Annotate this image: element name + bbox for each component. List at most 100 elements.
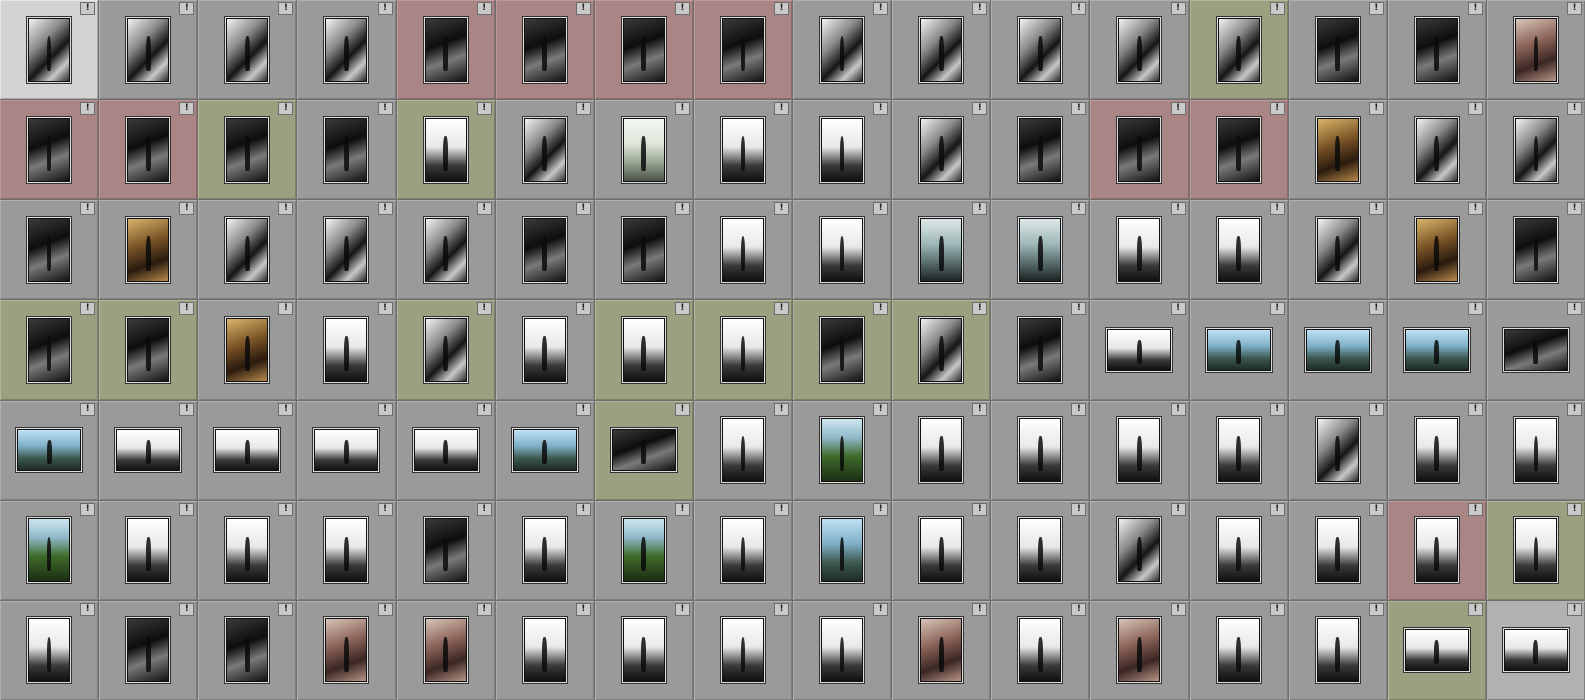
warning-badge-icon[interactable]: ! <box>179 602 195 616</box>
warning-badge-icon[interactable]: ! <box>674 302 690 316</box>
warning-badge-icon[interactable]: ! <box>377 602 393 616</box>
photo-cell[interactable]: ! <box>793 100 892 200</box>
warning-badge-icon[interactable]: ! <box>1467 302 1483 316</box>
photo-thumbnail[interactable] <box>226 518 269 583</box>
warning-badge-icon[interactable]: ! <box>1170 502 1186 516</box>
photo-cell[interactable]: ! <box>297 500 396 600</box>
photo-cell[interactable]: ! <box>1090 100 1189 200</box>
photo-thumbnail[interactable] <box>622 518 665 583</box>
photo-cell[interactable]: ! <box>99 300 198 400</box>
photo-cell[interactable]: ! <box>693 100 792 200</box>
warning-badge-icon[interactable]: ! <box>278 202 294 216</box>
warning-badge-icon[interactable]: ! <box>1467 202 1483 216</box>
photo-thumbnail[interactable] <box>1514 518 1557 583</box>
warning-badge-icon[interactable]: ! <box>80 302 96 316</box>
photo-cell[interactable]: ! <box>594 100 693 200</box>
warning-badge-icon[interactable]: ! <box>1269 302 1285 316</box>
warning-badge-icon[interactable]: ! <box>80 2 96 15</box>
photo-thumbnail[interactable] <box>314 429 379 472</box>
photo-thumbnail[interactable] <box>1415 17 1458 82</box>
photo-thumbnail[interactable] <box>127 117 170 182</box>
photo-cell[interactable]: ! <box>793 200 892 300</box>
photo-cell[interactable]: ! <box>1387 0 1486 100</box>
photo-cell[interactable]: ! <box>1387 400 1486 500</box>
photo-cell[interactable]: ! <box>1090 600 1189 700</box>
photo-cell[interactable]: ! <box>1189 200 1288 300</box>
photo-cell[interactable]: ! <box>1189 300 1288 400</box>
photo-thumbnail[interactable] <box>1316 217 1359 282</box>
warning-badge-icon[interactable]: ! <box>575 202 591 216</box>
warning-badge-icon[interactable]: ! <box>774 2 789 15</box>
photo-thumbnail[interactable] <box>1019 518 1062 583</box>
warning-badge-icon[interactable]: ! <box>575 502 591 516</box>
warning-badge-icon[interactable]: ! <box>575 102 591 116</box>
photo-cell[interactable]: ! <box>1288 400 1387 500</box>
photo-thumbnail[interactable] <box>920 117 963 182</box>
photo-thumbnail[interactable] <box>17 429 82 472</box>
warning-badge-icon[interactable]: ! <box>179 102 195 116</box>
photo-cell[interactable]: ! <box>1486 0 1585 100</box>
photo-thumbnail[interactable] <box>127 518 170 583</box>
photo-thumbnail[interactable] <box>226 17 269 82</box>
photo-cell[interactable]: ! <box>198 0 297 100</box>
photo-cell[interactable]: ! <box>1090 500 1189 600</box>
photo-thumbnail[interactable] <box>1019 618 1062 683</box>
warning-badge-icon[interactable]: ! <box>1170 202 1186 216</box>
photo-cell[interactable]: ! <box>693 0 792 100</box>
warning-badge-icon[interactable]: ! <box>476 502 492 516</box>
photo-cell[interactable]: ! <box>495 0 594 100</box>
photo-cell[interactable]: ! <box>99 500 198 600</box>
warning-badge-icon[interactable]: ! <box>80 102 96 116</box>
photo-thumbnail[interactable] <box>28 518 71 583</box>
warning-badge-icon[interactable]: ! <box>278 402 294 416</box>
warning-badge-icon[interactable]: ! <box>575 602 591 616</box>
photo-cell[interactable]: ! <box>892 500 991 600</box>
warning-badge-icon[interactable]: ! <box>377 102 393 116</box>
warning-badge-icon[interactable]: ! <box>972 202 988 216</box>
warning-badge-icon[interactable]: ! <box>1368 2 1384 15</box>
photo-thumbnail[interactable] <box>28 217 71 282</box>
photo-thumbnail[interactable] <box>721 418 764 483</box>
photo-thumbnail[interactable] <box>1118 17 1161 82</box>
warning-badge-icon[interactable]: ! <box>476 302 492 316</box>
warning-badge-icon[interactable]: ! <box>575 402 591 416</box>
warning-badge-icon[interactable]: ! <box>873 202 889 216</box>
photo-cell[interactable]: ! <box>1486 500 1585 600</box>
photo-thumbnail[interactable] <box>920 217 963 282</box>
photo-thumbnail[interactable] <box>226 217 269 282</box>
photo-thumbnail[interactable] <box>127 17 170 82</box>
photo-thumbnail[interactable] <box>325 618 368 683</box>
photo-cell[interactable]: ! <box>0 600 99 700</box>
warning-badge-icon[interactable]: ! <box>1269 602 1285 616</box>
warning-badge-icon[interactable]: ! <box>972 602 988 616</box>
photo-thumbnail[interactable] <box>1316 618 1359 683</box>
photo-cell[interactable]: ! <box>0 0 99 100</box>
warning-badge-icon[interactable]: ! <box>278 302 294 316</box>
photo-thumbnail[interactable] <box>424 17 467 82</box>
photo-cell[interactable]: ! <box>1486 600 1585 700</box>
photo-cell[interactable]: ! <box>594 200 693 300</box>
photo-cell[interactable]: ! <box>594 500 693 600</box>
warning-badge-icon[interactable]: ! <box>278 2 294 15</box>
photo-thumbnail[interactable] <box>523 317 566 382</box>
photo-cell[interactable]: ! <box>991 600 1090 700</box>
photo-cell[interactable]: ! <box>396 400 495 500</box>
warning-badge-icon[interactable]: ! <box>674 502 690 516</box>
warning-badge-icon[interactable]: ! <box>377 302 393 316</box>
photo-cell[interactable]: ! <box>495 100 594 200</box>
warning-badge-icon[interactable]: ! <box>377 202 393 216</box>
warning-badge-icon[interactable]: ! <box>80 602 96 616</box>
warning-badge-icon[interactable]: ! <box>674 202 690 216</box>
warning-badge-icon[interactable]: ! <box>674 102 690 116</box>
photo-cell[interactable]: ! <box>991 500 1090 600</box>
warning-badge-icon[interactable]: ! <box>476 402 492 416</box>
photo-cell[interactable]: ! <box>0 100 99 200</box>
photo-cell[interactable]: ! <box>198 100 297 200</box>
photo-thumbnail[interactable] <box>1415 217 1458 282</box>
photo-thumbnail[interactable] <box>1118 518 1161 583</box>
warning-badge-icon[interactable]: ! <box>1071 502 1087 516</box>
photo-thumbnail[interactable] <box>821 518 864 583</box>
warning-badge-icon[interactable]: ! <box>774 202 789 216</box>
photo-cell[interactable]: ! <box>1189 100 1288 200</box>
warning-badge-icon[interactable]: ! <box>972 402 988 416</box>
